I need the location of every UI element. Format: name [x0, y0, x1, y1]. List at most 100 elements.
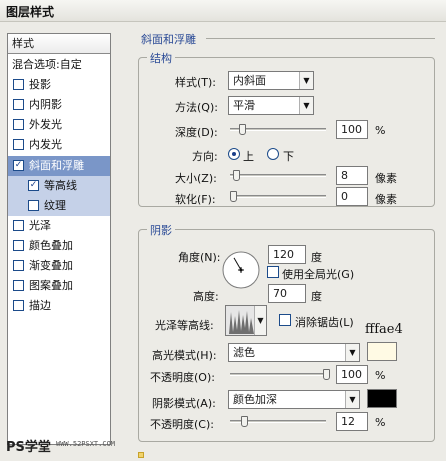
technique-select[interactable]: 平滑 ▼ [228, 96, 314, 115]
soften-label: 软化(F): [175, 193, 216, 206]
style-list-item[interactable]: 内发光 [8, 135, 110, 155]
checkbox-checked-icon[interactable]: ✓ [13, 159, 24, 171]
chevron-down-icon: ▼ [254, 306, 266, 335]
use-global-light-label: 使用全局光(G) [282, 268, 355, 281]
chevron-down-icon: ▼ [299, 72, 313, 89]
style-list-item[interactable]: ✓ 等高线 [8, 175, 110, 196]
radio-dot [232, 152, 236, 156]
style-list-item[interactable]: ✓ 斜面和浮雕 [8, 155, 110, 176]
highlight-color-swatch[interactable] [367, 342, 397, 361]
style-list-item-label: 图案叠加 [29, 279, 73, 293]
checkbox-icon[interactable] [13, 119, 24, 131]
checkbox-icon[interactable] [13, 219, 24, 231]
depth-slider-thumb[interactable] [239, 124, 247, 135]
style-list-item[interactable]: 混合选项:自定 [8, 55, 110, 75]
shadow-opacity-slider-thumb[interactable] [241, 416, 249, 427]
direction-down-radio[interactable] [267, 148, 279, 160]
highlight-opacity-unit: % [375, 369, 386, 382]
shadow-opacity-unit: % [375, 416, 386, 429]
style-list-item[interactable]: 描边 [8, 296, 110, 316]
style-list-item[interactable]: 投影 [8, 75, 110, 95]
size-input[interactable]: 8 [336, 166, 368, 185]
contour-preview-icon [226, 306, 254, 335]
shading-group-title: 阴影 [147, 222, 175, 238]
checkbox-checked-icon[interactable]: ✓ [28, 179, 39, 191]
direction-up-label: 上 [243, 150, 254, 163]
style-list-item[interactable]: 渐变叠加 [8, 256, 110, 276]
style-list-item-label: 内阴影 [29, 98, 62, 112]
use-global-light-checkbox[interactable] [267, 266, 279, 278]
style-select[interactable]: 内斜面 ▼ [228, 71, 314, 90]
depth-label: 深度(D): [175, 126, 218, 139]
altitude-input[interactable]: 70 [268, 284, 306, 303]
highlight-mode-value: 滤色 [233, 346, 255, 359]
watermark-url: WWW.52PSXT.COM [56, 440, 116, 448]
style-list-item-label: 颜色叠加 [29, 238, 73, 252]
altitude-label: 高度: [193, 290, 219, 303]
soften-unit: 像素 [375, 193, 397, 206]
style-list-item-label: 渐变叠加 [29, 259, 73, 272]
soften-slider[interactable] [230, 195, 326, 198]
style-list-header[interactable]: 样式 [8, 34, 110, 54]
technique-label: 方法(Q): [175, 101, 218, 114]
altitude-unit: 度 [311, 290, 322, 303]
size-slider[interactable] [230, 174, 326, 177]
gloss-contour-picker[interactable]: ▼ [225, 305, 267, 336]
depth-input[interactable]: 100 [336, 120, 368, 139]
checkbox-icon[interactable] [13, 239, 24, 251]
direction-up-radio[interactable] [228, 148, 240, 160]
style-list-item-label: 光泽 [29, 218, 51, 232]
checkbox-icon[interactable] [13, 280, 24, 292]
style-list-item-label: 等高线 [44, 178, 77, 192]
style-list-item-label: 纹理 [44, 198, 66, 212]
resize-grip-icon[interactable] [138, 452, 144, 458]
checkbox-icon[interactable] [13, 79, 24, 91]
highlight-mode-select[interactable]: 滤色 ▼ [228, 343, 360, 362]
direction-label: 方向: [192, 150, 218, 163]
style-label: 样式(T): [175, 76, 217, 89]
window-title: 图层样式 [6, 5, 55, 19]
watermark-logo: PS学堂 [6, 440, 51, 455]
style-list-item-label: 投影 [29, 78, 51, 92]
soften-input[interactable]: 0 [336, 187, 368, 206]
style-list-item[interactable]: 纹理 [8, 195, 110, 216]
style-list-item-label: 斜面和浮雕 [29, 158, 84, 172]
shadow-opacity-input[interactable]: 12 [336, 412, 368, 431]
angle-dial[interactable] [221, 250, 261, 290]
title-bar[interactable]: 图层样式 [0, 0, 446, 22]
anti-aliased-label: 消除锯齿(L) [295, 316, 354, 329]
checkbox-icon[interactable] [13, 99, 24, 111]
size-label: 大小(Z): [175, 172, 217, 185]
watermark: PS学堂 WWW.52PSXT.COM [6, 436, 146, 460]
depth-unit: % [375, 124, 386, 137]
checkbox-icon[interactable] [13, 300, 24, 312]
shadow-color-swatch[interactable] [367, 389, 397, 408]
highlight-opacity-input[interactable]: 100 [336, 365, 368, 384]
style-list-item[interactable]: 图案叠加 [8, 276, 110, 296]
shadow-mode-label: 阴影模式(A): [152, 397, 216, 410]
style-list-item-label: 描边 [29, 299, 51, 313]
direction-down-label: 下 [283, 150, 294, 163]
style-list-item[interactable]: 内阴影 [8, 95, 110, 115]
checkbox-icon[interactable] [28, 199, 39, 211]
style-list-item[interactable]: 颜色叠加 [8, 236, 110, 256]
technique-select-value: 平滑 [233, 99, 255, 112]
highlight-mode-label: 高光模式(H): [152, 349, 217, 362]
anti-aliased-checkbox[interactable] [279, 314, 291, 326]
soften-slider-thumb[interactable] [230, 191, 237, 202]
section-divider [206, 38, 435, 39]
highlight-opacity-label: 不透明度(O): [150, 371, 215, 384]
highlight-opacity-slider[interactable] [230, 373, 326, 376]
size-slider-thumb[interactable] [232, 170, 240, 181]
style-list-item-label: 内发光 [29, 138, 62, 152]
style-list-item[interactable]: 外发光 [8, 115, 110, 135]
checkbox-icon[interactable] [13, 260, 24, 271]
checkbox-icon[interactable] [13, 139, 24, 151]
angle-input[interactable]: 120 [268, 245, 306, 264]
style-list-item[interactable]: 光泽 [8, 216, 110, 236]
shadow-opacity-label: 不透明度(C): [150, 418, 214, 431]
highlight-opacity-slider-thumb[interactable] [323, 369, 330, 380]
section-title-bevel: 斜面和浮雕 [141, 33, 196, 46]
shadow-mode-select[interactable]: 颜色加深 ▼ [228, 390, 360, 409]
highlight-color-annotation: fffae4 [365, 322, 403, 337]
